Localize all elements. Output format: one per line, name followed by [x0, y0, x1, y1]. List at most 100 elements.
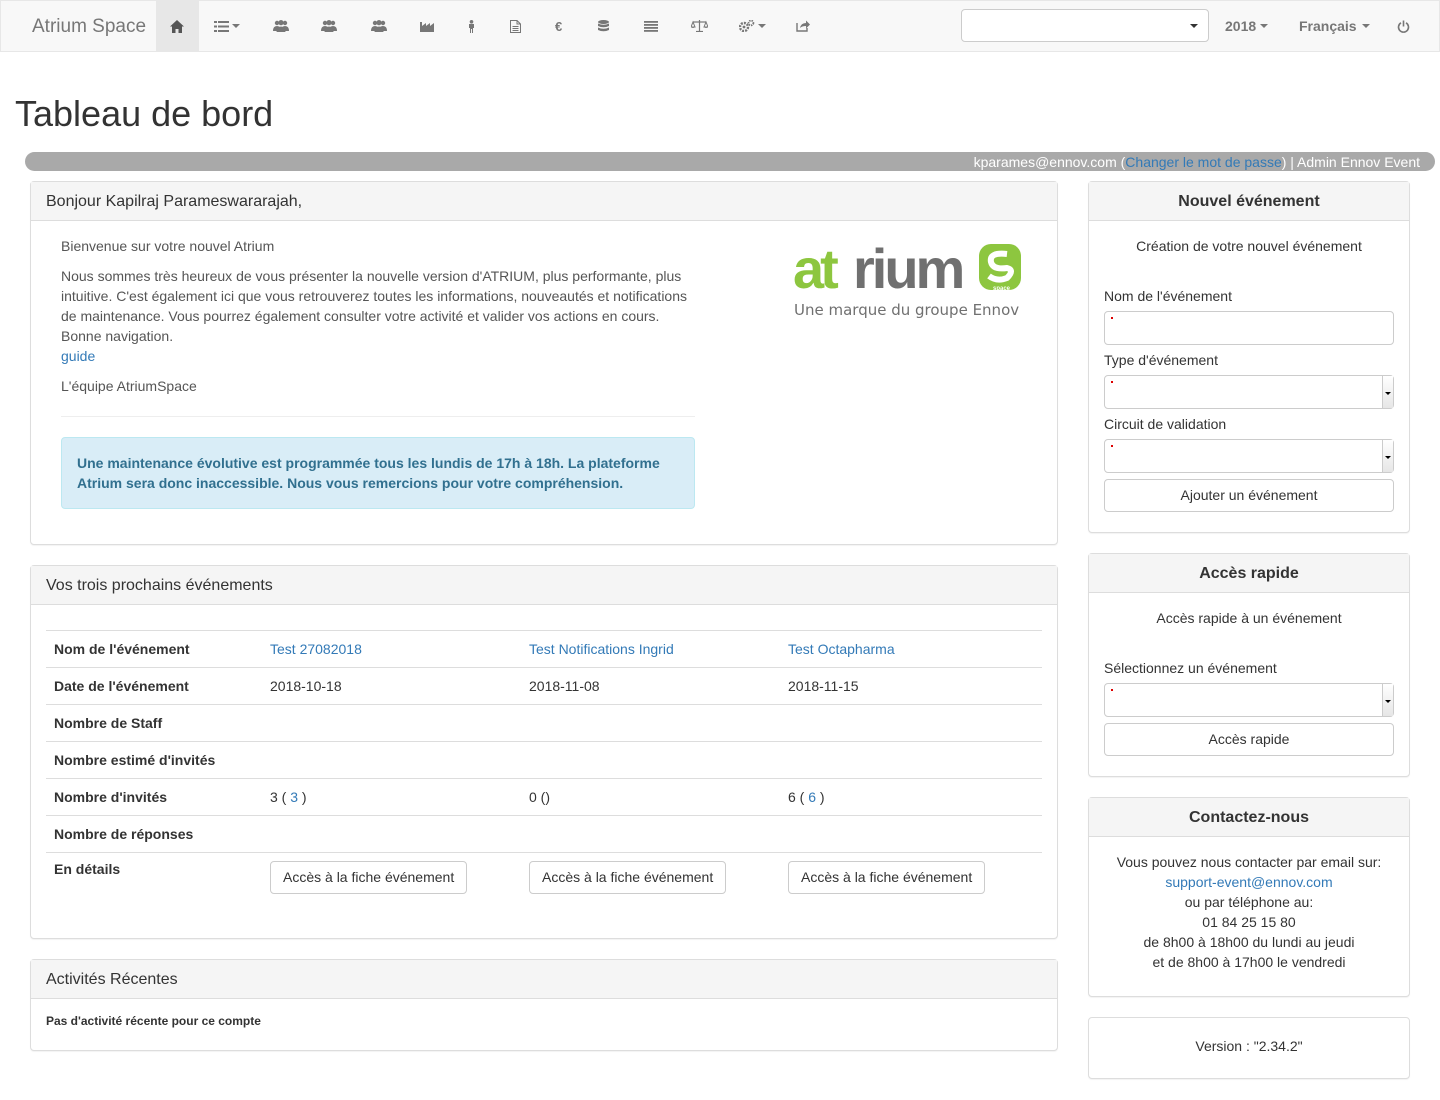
- paren-open: (: [1116, 154, 1126, 170]
- new-event-title: Nouvel événement: [1089, 182, 1409, 221]
- change-password-link[interactable]: Changer le mot de passe: [1125, 154, 1281, 170]
- document-icon: [510, 19, 521, 33]
- event-detail-button[interactable]: Accès à la fiche événement: [270, 861, 468, 894]
- contact-line1: Vous pouvez nous contacter par email sur…: [1116, 854, 1382, 870]
- activities-title: Activités Récentes: [31, 960, 1057, 999]
- nav-database[interactable]: [598, 18, 609, 34]
- factory-icon: [420, 22, 434, 32]
- event-name-link[interactable]: Test Notifications Ingrid: [529, 641, 674, 657]
- event-type-label: Type d'événement: [1104, 352, 1218, 368]
- events-title: Vos trois prochains événements: [31, 566, 1057, 605]
- language-dropdown[interactable]: Français: [1299, 18, 1370, 34]
- logo-badge-text: space: [993, 286, 1011, 292]
- events-table: Nom de l'événement Test 27082018 Test No…: [46, 630, 1042, 899]
- balance-icon: [691, 20, 708, 32]
- select-event-label: Sélectionnez un événement: [1104, 660, 1277, 676]
- users-icon: [371, 20, 387, 32]
- atrium-logo: at rium space Une marque du groupe Ennov: [793, 237, 1021, 319]
- activities-panel: Activités Récentes Pas d'activité récent…: [30, 959, 1058, 1051]
- support-email-link[interactable]: support-event@ennov.com: [1089, 872, 1409, 892]
- contact-hours-1: de 8h00 à 18h00 du lundi au jeudi: [1143, 934, 1355, 950]
- nav-factory[interactable]: [420, 18, 434, 34]
- quick-access-panel: Accès rapide Accès rapide à un événement…: [1088, 553, 1410, 777]
- event-select[interactable]: [961, 9, 1209, 42]
- nav-document[interactable]: [510, 18, 521, 34]
- nav-list-menu[interactable]: [214, 18, 240, 34]
- table-row: En détails Accès à la fiche événement Ac…: [46, 852, 1042, 899]
- top-navbar: Atrium Space € 2018 Français: [0, 0, 1440, 52]
- event-type-select[interactable]: [1104, 375, 1394, 409]
- validation-circuit-select[interactable]: [1104, 439, 1394, 473]
- event-name-link[interactable]: Test 27082018: [270, 641, 362, 657]
- year-label: 2018: [1225, 18, 1257, 34]
- row-label: Date de l'événement: [46, 667, 262, 705]
- nav-lines[interactable]: [644, 18, 658, 34]
- welcome-panel: Bonjour Kapilraj Parameswararajah, Bienv…: [30, 181, 1058, 545]
- event-name-label: Nom de l'événement: [1104, 288, 1232, 304]
- nav-users-1[interactable]: [273, 18, 289, 34]
- contact-hours-2: et de 8h00 à 17h00 le vendredi: [1152, 954, 1346, 970]
- row-label: Nombre de réponses: [46, 815, 262, 853]
- guest-count: 3 ( 3 ): [262, 778, 521, 816]
- add-event-button[interactable]: Ajouter un événement: [1104, 479, 1394, 512]
- guest-count: 6 ( 6 ): [780, 778, 1042, 816]
- home-icon: [170, 18, 184, 34]
- logo-tagline: Une marque du groupe Ennov: [794, 301, 1019, 319]
- guest-count: 0 (): [521, 778, 780, 816]
- welcome-body: Nous sommes très heureux de vous présent…: [61, 268, 688, 344]
- users-icon: [273, 20, 289, 32]
- users-icon: [321, 20, 337, 32]
- user-role: ) | Admin Ennov Event: [1281, 154, 1420, 170]
- guide-link[interactable]: guide: [61, 346, 95, 366]
- guest-count-link[interactable]: 3: [290, 789, 298, 805]
- nav-settings-menu[interactable]: [739, 18, 766, 34]
- contact-phone: 01 84 25 15 80: [1202, 914, 1296, 930]
- event-detail-button[interactable]: Accès à la fiche événement: [529, 861, 727, 894]
- row-label: Nombre de Staff: [46, 704, 262, 742]
- version-panel: Version : "2.34.2": [1088, 1017, 1410, 1079]
- event-name-field[interactable]: [1104, 311, 1394, 345]
- table-row: Nombre estimé d'invités: [46, 741, 1042, 779]
- euro-icon[interactable]: €: [555, 18, 562, 34]
- event-date: 2018-10-18: [262, 667, 521, 705]
- nav-person[interactable]: [468, 18, 475, 34]
- events-panel: Vos trois prochains événements Nom de l'…: [30, 565, 1058, 939]
- guest-count-link[interactable]: 6: [808, 789, 816, 805]
- divider: [61, 416, 695, 417]
- event-date: 2018-11-15: [780, 667, 1042, 705]
- quick-access-subtitle: Accès rapide à un événement: [1156, 610, 1342, 626]
- power-icon: [1397, 20, 1410, 33]
- table-row: Nombre d'invités 3 ( 3 ) 0 () 6 ( 6 ): [46, 778, 1042, 816]
- table-row: Nombre de Staff: [46, 704, 1042, 742]
- language-label: Français: [1299, 18, 1357, 34]
- share-icon: [796, 20, 810, 32]
- nav-users-3[interactable]: [371, 18, 387, 34]
- nav-home[interactable]: [156, 1, 199, 51]
- nav-users-2[interactable]: [321, 18, 337, 34]
- nav-balance[interactable]: [691, 18, 708, 34]
- version-text: Version : "2.34.2": [1195, 1038, 1303, 1054]
- logout-button[interactable]: [1397, 18, 1410, 34]
- user-email: kparames@ennov.com: [973, 154, 1117, 170]
- year-dropdown[interactable]: 2018: [1225, 18, 1269, 34]
- lines-icon: [644, 20, 658, 32]
- brand-link[interactable]: Atrium Space: [32, 16, 146, 38]
- quick-access-title: Accès rapide: [1089, 554, 1409, 593]
- nav-share[interactable]: [796, 18, 810, 34]
- event-detail-button[interactable]: Accès à la fiche événement: [788, 861, 986, 894]
- new-event-panel: Nouvel événement Création de votre nouve…: [1088, 181, 1410, 533]
- list-icon: [214, 20, 229, 32]
- welcome-greeting: Bonjour Kapilraj Parameswararajah,: [31, 182, 1057, 221]
- contact-line2: ou par téléphone au:: [1184, 894, 1314, 910]
- logo-rium: rium: [853, 237, 963, 300]
- quick-access-select[interactable]: [1104, 683, 1394, 717]
- maintenance-alert: Une maintenance évolutive est programmée…: [61, 437, 695, 509]
- activities-empty: Pas d'activité récente pour ce compte: [46, 1014, 261, 1028]
- cogs-icon: [739, 20, 755, 32]
- logo-at: at: [793, 237, 838, 300]
- contact-title: Contactez-nous: [1089, 798, 1409, 837]
- quick-access-button[interactable]: Accès rapide: [1104, 723, 1394, 756]
- event-name-link[interactable]: Test Octapharma: [788, 641, 895, 657]
- table-row: Nom de l'événement Test 27082018 Test No…: [46, 630, 1042, 668]
- contact-panel: Contactez-nous Vous pouvez nous contacte…: [1088, 797, 1410, 997]
